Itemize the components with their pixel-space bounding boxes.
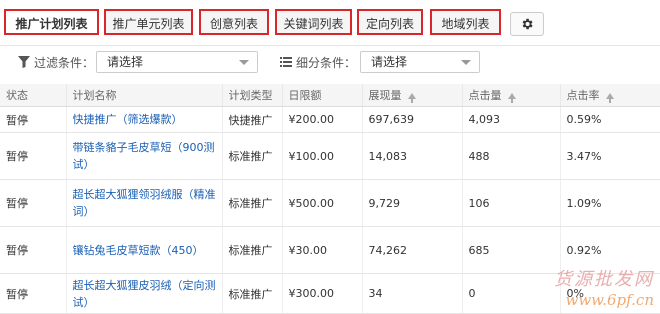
sort-arrow-icon[interactable] — [507, 93, 516, 103]
table-row: 暂停 带链条貉子毛皮草短（900测试） 标准推广 ¥100.00 14,083 488 3.… — [0, 132, 660, 180]
cell-name: 超长超大狐狸领羽绒服（精准词） — [66, 179, 223, 227]
sort-arrow-icon[interactable] — [605, 93, 614, 103]
cell-impressions: 14,083 — [362, 132, 463, 180]
cell-budget: ¥300.00 — [282, 273, 363, 314]
column-header: 状态 — [0, 84, 67, 107]
campaign-name-link[interactable]: 带链条貉子毛皮草短（900测试） — [73, 141, 215, 171]
gear-icon — [522, 18, 533, 30]
table-header-row: 状态 计划名称 计划类型 日限额 展现量 点击量 点击率 — [0, 84, 660, 107]
segment-label: 细分条件： — [296, 56, 357, 70]
cell-type: 标准推广 — [222, 226, 283, 274]
cell-clicks: 685 — [462, 226, 561, 274]
column-header-label: 状态 — [6, 89, 28, 102]
cell-ctr: 0% — [560, 273, 660, 314]
cell-status: 暂停 — [0, 179, 67, 227]
column-header[interactable]: 点击率 — [560, 84, 660, 107]
filter-icon — [18, 56, 30, 68]
cell-name: 快捷推广（筛选爆款） — [66, 106, 223, 133]
cell-impressions: 9,729 — [362, 179, 463, 227]
column-header-label: 点击率 — [566, 89, 600, 102]
column-header: 计划名称 — [66, 84, 223, 107]
segment-select-value: 请选择 — [371, 55, 408, 69]
column-header: 日限额 — [282, 84, 363, 107]
table-row: 暂停 超长超大狐狸皮羽绒（定向测试） 标准推广 ¥300.00 34 0 0% — [0, 273, 660, 314]
campaign-name-link[interactable]: 超长超大狐狸皮羽绒（定向测试） — [73, 279, 216, 309]
tab-bar: 推广计划列表 推广单元列表 创意列表 关键词列表 定向列表 地域列表 — [0, 0, 660, 42]
tab-creative-list[interactable]: 创意列表 — [199, 9, 269, 35]
cell-ctr: 0.92% — [560, 226, 660, 274]
tab-campaign-list[interactable]: 推广计划列表 — [4, 9, 99, 35]
cell-clicks: 0 — [462, 273, 561, 314]
cell-budget: ¥100.00 — [282, 132, 363, 180]
cell-type: 快捷推广 — [222, 106, 283, 133]
cell-ctr: 0.59% — [560, 106, 660, 133]
column-header-label: 点击量 — [468, 89, 502, 102]
cell-budget: ¥200.00 — [282, 106, 363, 133]
cell-type: 标准推广 — [222, 179, 283, 227]
campaign-name-link[interactable]: 快捷推广（筛选爆款） — [73, 113, 183, 126]
column-header-label: 计划名称 — [72, 89, 117, 102]
list-icon — [280, 57, 292, 67]
cell-impressions: 74,262 — [362, 226, 463, 274]
cell-clicks: 106 — [462, 179, 561, 227]
cell-status: 暂停 — [0, 273, 67, 314]
tab-keyword-list[interactable]: 关键词列表 — [275, 9, 352, 35]
column-header[interactable]: 点击量 — [462, 84, 561, 107]
filter-select-value: 请选择 — [107, 55, 144, 69]
filter-select[interactable]: 请选择 — [96, 51, 258, 73]
segment-select[interactable]: 请选择 — [360, 51, 480, 73]
column-header-label: 日限额 — [288, 89, 322, 102]
filter-label: 过滤条件： — [34, 56, 95, 70]
cell-type: 标准推广 — [222, 273, 283, 314]
filter-bar: 过滤条件： 请选择 细分条件： 请选择 — [0, 45, 660, 78]
column-header[interactable]: 展现量 — [362, 84, 463, 107]
cell-impressions: 697,639 — [362, 106, 463, 133]
cell-impressions: 34 — [362, 273, 463, 314]
campaign-name-link[interactable]: 超长超大狐狸领羽绒服（精准词） — [73, 188, 216, 218]
tab-region-list[interactable]: 地域列表 — [430, 9, 501, 35]
table-row: 暂停 快捷推广（筛选爆款） 快捷推广 ¥200.00 697,639 4,093 0.59% — [0, 106, 660, 133]
tab-targeting-list[interactable]: 定向列表 — [357, 9, 423, 35]
cell-type: 标准推广 — [222, 132, 283, 180]
cell-name: 超长超大狐狸皮羽绒（定向测试） — [66, 273, 223, 314]
settings-button[interactable] — [510, 12, 544, 36]
column-header-label: 计划类型 — [228, 89, 273, 102]
cell-name: 带链条貉子毛皮草短（900测试） — [66, 132, 223, 180]
cell-name: 镶钻兔毛皮草短款（450） — [66, 226, 223, 274]
cell-clicks: 4,093 — [462, 106, 561, 133]
cell-status: 暂停 — [0, 132, 67, 180]
campaign-table: 状态 计划名称 计划类型 日限额 展现量 点击量 点击率 暂停 快捷推广（筛选爆款） 快捷推广 ¥… — [0, 84, 660, 314]
table-row: 暂停 超长超大狐狸领羽绒服（精准词） 标准推广 ¥500.00 9,729 106 1.09… — [0, 179, 660, 227]
table-row: 暂停 镶钻兔毛皮草短款（450） 标准推广 ¥30.00 74,262 685 0.92% — [0, 226, 660, 274]
cell-budget: ¥500.00 — [282, 179, 363, 227]
cell-status: 暂停 — [0, 226, 67, 274]
cell-ctr: 1.09% — [560, 179, 660, 227]
tab-unit-list[interactable]: 推广单元列表 — [104, 9, 193, 35]
column-header: 计划类型 — [222, 84, 283, 107]
campaign-name-link[interactable]: 镶钻兔毛皮草短款（450） — [73, 244, 204, 257]
chevron-down-icon — [461, 60, 471, 65]
cell-status: 暂停 — [0, 106, 67, 133]
chevron-down-icon — [239, 60, 249, 65]
sort-arrow-icon[interactable] — [407, 93, 416, 103]
cell-budget: ¥30.00 — [282, 226, 363, 274]
column-header-label: 展现量 — [368, 89, 402, 102]
cell-ctr: 3.47% — [560, 132, 660, 180]
cell-clicks: 488 — [462, 132, 561, 180]
